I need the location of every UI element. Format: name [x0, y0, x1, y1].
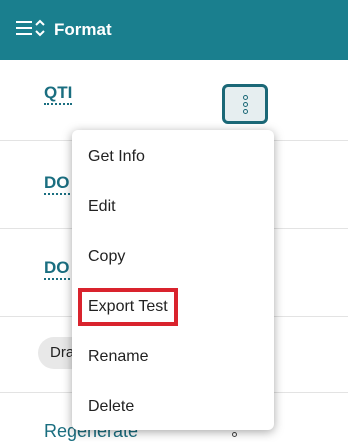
menu-item-label: Export Test: [78, 288, 178, 326]
sort-icon[interactable]: [14, 18, 48, 43]
menu-item-edit[interactable]: Edit: [72, 182, 274, 232]
dot-icon: [232, 432, 237, 437]
more-options-button[interactable]: [222, 84, 268, 124]
menu-item-label: Delete: [88, 398, 135, 415]
menu-item-label: Rename: [88, 348, 149, 365]
kebab-icon: [242, 94, 248, 114]
menu-item-delete[interactable]: Delete: [72, 382, 274, 432]
menu-item-export-test[interactable]: Export Test: [72, 282, 274, 332]
menu-item-copy[interactable]: Copy: [72, 232, 274, 282]
menu-item-label: Edit: [88, 198, 116, 215]
row-link[interactable]: DO: [44, 173, 70, 195]
table-row: QTI: [0, 60, 348, 141]
column-title-format[interactable]: Format: [54, 20, 112, 40]
sort-control[interactable]: Format: [14, 18, 112, 43]
menu-item-label: Get Info: [88, 148, 145, 165]
menu-item-get-info[interactable]: Get Info: [72, 132, 274, 182]
menu-item-label: Copy: [88, 248, 126, 265]
row-link[interactable]: DO: [44, 258, 70, 280]
menu-item-rename[interactable]: Rename: [72, 332, 274, 382]
context-menu: Get Info Edit Copy Export Test Rename De…: [72, 130, 274, 430]
table-header: Format: [0, 0, 348, 60]
row-link[interactable]: QTI: [44, 83, 73, 105]
